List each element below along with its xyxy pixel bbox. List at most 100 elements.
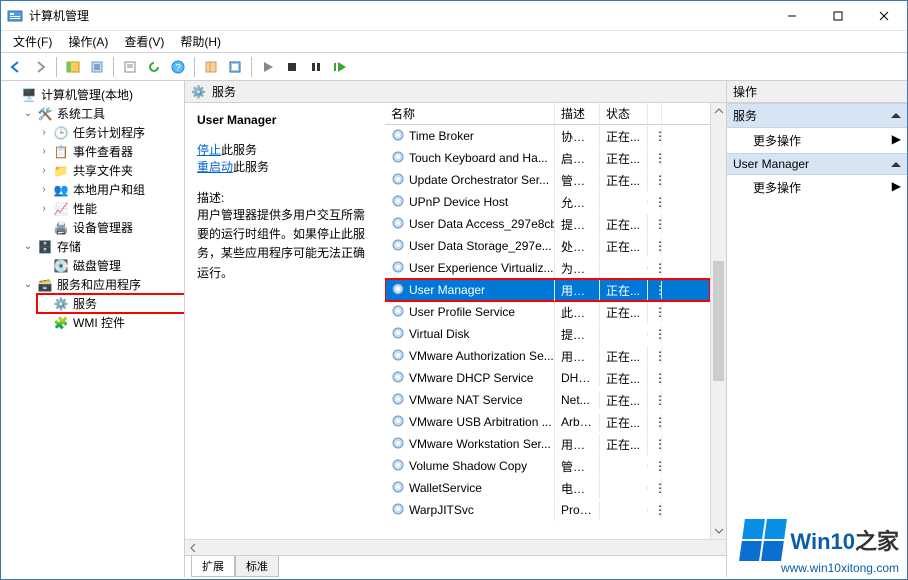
action-more-1[interactable]: 更多操作 ▶ — [727, 128, 907, 153]
collapse-icon[interactable]: ⌄ — [23, 241, 33, 252]
service-row[interactable]: Time Broker协调...正在...⋮ — [385, 125, 710, 147]
vertical-scrollbar[interactable] — [710, 103, 726, 539]
expand-icon[interactable]: › — [39, 165, 49, 176]
minimize-button[interactable] — [769, 1, 815, 31]
expand-icon[interactable]: › — [39, 203, 49, 214]
service-row[interactable]: User Experience Virtualiz...为应...⋮ — [385, 257, 710, 279]
row-overflow: ⋮ — [648, 413, 662, 431]
gear-icon — [391, 150, 405, 167]
tab-extended[interactable]: 扩展 — [191, 556, 235, 577]
tree-pane[interactable]: 🖥️计算机管理(本地) ⌄🛠️系统工具 ›🕒任务计划程序 ›📋事件查看器 ›📁共… — [1, 81, 185, 577]
tree-services-apps[interactable]: ⌄🗃️服务和应用程序 — [21, 275, 184, 294]
service-row[interactable]: Virtual Disk提供...⋮ — [385, 323, 710, 345]
service-row[interactable]: UPnP Device Host允许...⋮ — [385, 191, 710, 213]
col-desc[interactable]: 描述 — [555, 103, 600, 124]
menu-help[interactable]: 帮助(H) — [172, 33, 229, 50]
scrollbar-thumb[interactable] — [713, 261, 724, 381]
tree-task-scheduler[interactable]: ›🕒任务计划程序 — [37, 123, 184, 142]
service-row[interactable]: User Profile Service此服...正在...⋮ — [385, 301, 710, 323]
maximize-button[interactable] — [815, 1, 861, 31]
row-overflow: ⋮ — [648, 149, 662, 167]
service-status: 正在... — [600, 346, 648, 367]
tree-event-viewer[interactable]: ›📋事件查看器 — [37, 142, 184, 161]
expand-icon[interactable]: › — [39, 146, 49, 157]
service-row[interactable]: Update Orchestrator Ser...管理...正在...⋮ — [385, 169, 710, 191]
service-row[interactable]: Touch Keyboard and Ha...启用...正在...⋮ — [385, 147, 710, 169]
collapse-icon[interactable]: ⌄ — [23, 108, 33, 119]
scroll-down-icon[interactable] — [711, 523, 727, 539]
expand-icon[interactable]: › — [39, 127, 49, 138]
show-hide-tree-button[interactable] — [62, 56, 84, 78]
stop-service-link[interactable]: 停止 — [197, 143, 221, 157]
tree-services[interactable]: ⚙️服务 — [37, 294, 185, 313]
restart-service-button[interactable] — [329, 56, 351, 78]
scroll-left-icon[interactable] — [185, 540, 201, 556]
close-button[interactable] — [861, 1, 907, 31]
help-button[interactable]: ? — [167, 56, 189, 78]
menu-action[interactable]: 操作(A) — [60, 33, 116, 50]
service-row[interactable]: VMware Workstation Ser...用于...正在...⋮ — [385, 433, 710, 455]
col-name[interactable]: 名称 — [385, 103, 555, 124]
actions-pane: 操作 服务 更多操作 ▶ User Manager 更多操作 ▶ — [727, 81, 907, 577]
service-row[interactable]: User Manager用户...正在...⋮ — [385, 279, 710, 301]
tree-performance[interactable]: ›📈性能 — [37, 199, 184, 218]
forward-button[interactable] — [29, 56, 51, 78]
list-body[interactable]: Time Broker协调...正在...⋮Touch Keyboard and… — [385, 125, 710, 539]
service-name: User Experience Virtualiz... — [409, 261, 554, 275]
tree-system-tools[interactable]: ⌄🛠️系统工具 — [21, 104, 184, 123]
actions-section-usermanager[interactable]: User Manager — [727, 153, 907, 175]
tree-shared-folders[interactable]: ›📁共享文件夹 — [37, 161, 184, 180]
service-row[interactable]: Volume Shadow Copy管理...⋮ — [385, 455, 710, 477]
service-desc: Prov... — [555, 501, 600, 519]
col-status[interactable]: 状态 — [600, 103, 648, 124]
restart-service-link[interactable]: 重启动 — [197, 160, 233, 174]
actions-section-services[interactable]: 服务 — [727, 103, 907, 128]
start-service-button[interactable] — [257, 56, 279, 78]
toolbar-divider — [251, 57, 252, 77]
stop-service-button[interactable] — [281, 56, 303, 78]
back-button[interactable] — [5, 56, 27, 78]
menu-view[interactable]: 查看(V) — [116, 33, 172, 50]
tree-root[interactable]: 🖥️计算机管理(本地) — [5, 85, 184, 104]
service-name: VMware DHCP Service — [409, 371, 533, 385]
tree-disk-management[interactable]: 💽磁盘管理 — [37, 256, 184, 275]
gear-icon — [391, 304, 405, 321]
properties-button[interactable] — [119, 56, 141, 78]
service-status: 正在... — [600, 170, 648, 191]
service-row[interactable]: User Data Access_297e8cb提供...正在...⋮ — [385, 213, 710, 235]
service-row[interactable]: VMware USB Arbitration ...Arbit...正在...⋮ — [385, 411, 710, 433]
service-row[interactable]: WarpJITSvcProv...⋮ — [385, 499, 710, 521]
pause-service-button[interactable] — [305, 56, 327, 78]
refresh-button[interactable] — [143, 56, 165, 78]
watermark: Win10之家 www.win10xitong.com — [742, 519, 899, 575]
gear-icon — [391, 282, 405, 299]
tree-device-manager[interactable]: 🖨️设备管理器 — [37, 218, 184, 237]
service-row[interactable]: User Data Storage_297e...处理...正在...⋮ — [385, 235, 710, 257]
filter-button[interactable] — [224, 56, 246, 78]
service-status: 正在... — [600, 390, 648, 411]
select-columns-button[interactable] — [200, 56, 222, 78]
toolbar-divider — [56, 57, 57, 77]
service-row[interactable]: WalletService电子...⋮ — [385, 477, 710, 499]
collapse-icon[interactable]: ⌄ — [23, 279, 33, 290]
scroll-up-icon[interactable] — [711, 103, 727, 119]
service-row[interactable]: VMware DHCP ServiceDHC...正在...⋮ — [385, 367, 710, 389]
actions-title: 操作 — [727, 81, 907, 103]
toolbar: ? — [1, 53, 907, 81]
export-list-button[interactable] — [86, 56, 108, 78]
horizontal-scrollbar[interactable] — [185, 539, 726, 555]
service-row[interactable]: VMware Authorization Se...用于...正在...⋮ — [385, 345, 710, 367]
menu-file[interactable]: 文件(F) — [5, 33, 60, 50]
tab-standard[interactable]: 标准 — [235, 556, 279, 577]
tree-wmi[interactable]: 🧩WMI 控件 — [37, 313, 184, 332]
tree-local-users[interactable]: ›👥本地用户和组 — [37, 180, 184, 199]
service-row[interactable]: VMware NAT ServiceNet...正在...⋮ — [385, 389, 710, 411]
perf-icon: 📈 — [53, 201, 69, 217]
svg-text:?: ? — [175, 63, 181, 74]
tree-storage[interactable]: ⌄🗄️存储 — [21, 237, 184, 256]
service-desc: Arbit... — [555, 413, 600, 431]
computer-icon: 🖥️ — [21, 87, 37, 103]
col-overflow[interactable] — [648, 103, 662, 124]
action-more-2[interactable]: 更多操作 ▶ — [727, 175, 907, 200]
expand-icon[interactable]: › — [39, 184, 49, 195]
